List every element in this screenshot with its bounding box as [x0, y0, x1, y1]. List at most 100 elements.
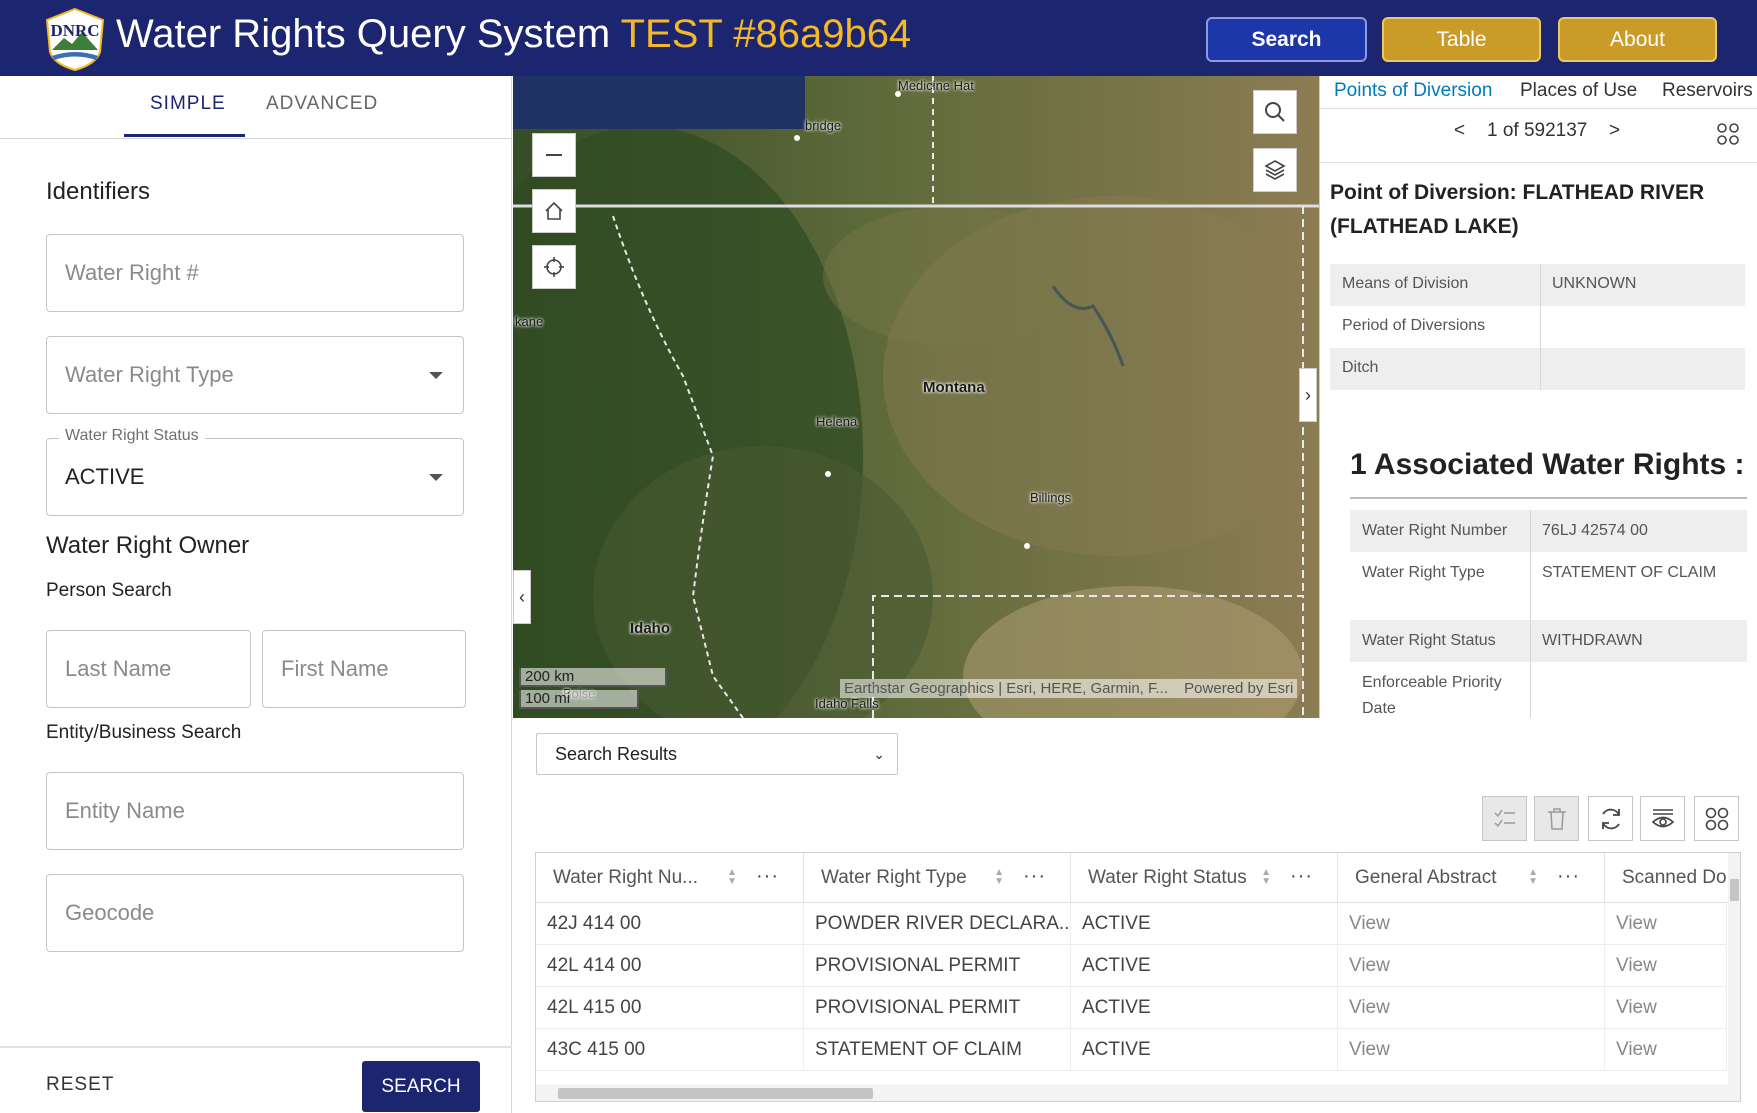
column-header-label: Scanned Do	[1622, 867, 1727, 888]
powered-by-esri[interactable]: Powered by Esri	[1184, 680, 1293, 697]
trash-icon	[1547, 807, 1566, 830]
test-tag: TEST #86a9b64	[620, 12, 912, 56]
app-title-text: Water Rights Query System	[116, 12, 611, 56]
show-selection-button[interactable]	[1482, 796, 1527, 841]
view-link[interactable]: View	[1605, 987, 1727, 1029]
associated-key: Water Right Status	[1362, 632, 1496, 649]
view-link[interactable]: View	[1338, 945, 1605, 987]
view-link[interactable]: View	[1605, 945, 1727, 987]
zoom-out-button[interactable]	[532, 133, 576, 177]
view-link[interactable]: View	[1605, 1029, 1727, 1071]
water-right-status-select[interactable]: Water Right Status ACTIVE	[46, 427, 464, 516]
sort-icon[interactable]: ▲ ▼	[994, 868, 1004, 887]
column-header[interactable]: Water Right Nu... ▲ ▼ ···	[536, 853, 804, 903]
attribute-key: Means of Division	[1342, 275, 1469, 292]
grid-options-icon	[1705, 807, 1728, 830]
entity-name-placeholder: Entity Name	[65, 798, 185, 823]
header-about-button[interactable]: About	[1558, 17, 1717, 62]
table-cell: PROVISIONAL PERMIT	[804, 987, 1071, 1029]
map-view[interactable]: Medicine Hat bridge kane Montana Helena …	[513, 76, 1319, 718]
map-overlay-panel	[513, 76, 805, 129]
tab-points-of-diversion[interactable]: Points of Diversion	[1334, 80, 1492, 102]
first-name-field[interactable]: First Name	[262, 630, 466, 708]
reset-button[interactable]: RESET	[46, 1074, 114, 1096]
locate-button[interactable]	[532, 245, 576, 289]
refresh-button[interactable]	[1588, 796, 1633, 841]
associated-row: Water Right Type STATEMENT OF CLAIM	[1350, 552, 1747, 620]
tab-advanced[interactable]: ADVANCED	[266, 93, 378, 115]
caret-down-icon	[429, 474, 443, 481]
tab-reservoirs[interactable]: Reservoirs	[1662, 80, 1753, 102]
map-label-medicine-hat: Medicine Hat	[898, 78, 974, 93]
attribute-row: Period of Diversions	[1330, 306, 1745, 348]
home-icon	[545, 201, 563, 220]
water-right-type-select[interactable]: Water Right Type	[46, 336, 464, 414]
search-submit-button[interactable]: SEARCH	[362, 1061, 480, 1112]
pager-next-button[interactable]: >	[1609, 120, 1620, 142]
horizontal-scroll-thumb[interactable]	[558, 1088, 873, 1099]
geocode-field[interactable]: Geocode	[46, 874, 464, 952]
last-name-field[interactable]: Last Name	[46, 630, 251, 708]
tab-places-of-use[interactable]: Places of Use	[1520, 80, 1637, 102]
map-label-spokane: kane	[515, 314, 544, 329]
table-row[interactable]: 42L 415 00 PROVISIONAL PERMIT ACTIVE Vie…	[536, 987, 1727, 1029]
collapse-left-panel-button[interactable]: ‹	[513, 570, 531, 624]
map-label-billings: Billings	[1030, 490, 1072, 505]
clear-selection-button[interactable]	[1534, 796, 1579, 841]
active-tab-indicator	[124, 134, 245, 137]
vertical-scroll-thumb[interactable]	[1730, 879, 1739, 901]
view-link[interactable]: View	[1338, 1029, 1605, 1071]
home-button[interactable]	[532, 189, 576, 233]
sort-icon[interactable]: ▲ ▼	[1528, 868, 1538, 887]
toggle-columns-button[interactable]	[1640, 796, 1685, 841]
header-table-button[interactable]: Table	[1382, 17, 1541, 62]
view-link[interactable]: View	[1338, 987, 1605, 1029]
search-icon	[1265, 102, 1285, 122]
view-link[interactable]: View	[1338, 903, 1605, 945]
layers-button[interactable]	[1253, 148, 1297, 192]
table-row[interactable]: 42L 414 00 PROVISIONAL PERMIT ACTIVE Vie…	[536, 945, 1727, 987]
table-cell: 42J 414 00	[536, 903, 804, 945]
results-layer-select[interactable]: Search Results ⌄	[536, 733, 898, 775]
column-header[interactable]: General Abstract ▲ ▼ ···	[1338, 853, 1605, 903]
sort-icon[interactable]: ▲ ▼	[1261, 868, 1271, 887]
expand-right-panel-button[interactable]: ›	[1299, 368, 1317, 422]
table-row[interactable]: 42J 414 00 POWDER RIVER DECLARA... ACTIV…	[536, 903, 1727, 945]
heading-underline	[1350, 497, 1747, 499]
column-header[interactable]: Water Right Type ▲ ▼ ···	[804, 853, 1071, 903]
more-options-icon[interactable]: ···	[1023, 865, 1046, 888]
scale-km: 200 km	[519, 668, 667, 687]
column-header[interactable]: Water Right Status ▲ ▼ ···	[1071, 853, 1338, 903]
water-right-type-placeholder: Water Right Type	[65, 362, 234, 387]
table-cell: 43C 415 00	[536, 1029, 804, 1071]
table-cell: ACTIVE	[1071, 987, 1338, 1029]
geocode-placeholder: Geocode	[65, 900, 155, 925]
tab-simple[interactable]: SIMPLE	[150, 93, 226, 115]
entity-name-field[interactable]: Entity Name	[46, 772, 464, 850]
table-cell: ACTIVE	[1071, 945, 1338, 987]
table-row[interactable]: 43C 415 00 STATEMENT OF CLAIM ACTIVE Vie…	[536, 1029, 1727, 1071]
more-options-icon[interactable]: ···	[756, 865, 779, 888]
search-panel: SIMPLE ADVANCED Identifiers Water Right …	[0, 76, 512, 1113]
caret-down-icon	[429, 372, 443, 379]
map-search-button[interactable]	[1253, 90, 1297, 134]
water-right-number-field[interactable]: Water Right #	[46, 234, 464, 312]
svg-text:DNRC: DNRC	[50, 21, 99, 40]
header-search-button[interactable]: Search	[1206, 17, 1367, 62]
table-cell: 42L 414 00	[536, 945, 804, 987]
column-header-label: General Abstract	[1355, 867, 1497, 888]
attribute-row: Means of Division UNKNOWN	[1330, 264, 1745, 306]
grid-view-icon[interactable]	[1716, 122, 1740, 146]
more-options-icon[interactable]: ···	[1290, 865, 1313, 888]
sort-icon[interactable]: ▲ ▼	[727, 868, 737, 887]
app-header: DNRC Water Rights Query System TEST #86a…	[0, 0, 1757, 76]
water-right-status-value: ACTIVE	[65, 464, 145, 489]
column-header[interactable]: Scanned Do	[1605, 853, 1735, 903]
eye-columns-icon	[1651, 808, 1674, 827]
water-right-status-label: Water Right Status	[59, 427, 205, 445]
view-link[interactable]: View	[1605, 903, 1727, 945]
pager-status: 1 of 592137	[1487, 120, 1588, 141]
pager-prev-button[interactable]: <	[1454, 120, 1465, 142]
table-options-button[interactable]	[1694, 796, 1739, 841]
more-options-icon[interactable]: ···	[1557, 865, 1580, 888]
